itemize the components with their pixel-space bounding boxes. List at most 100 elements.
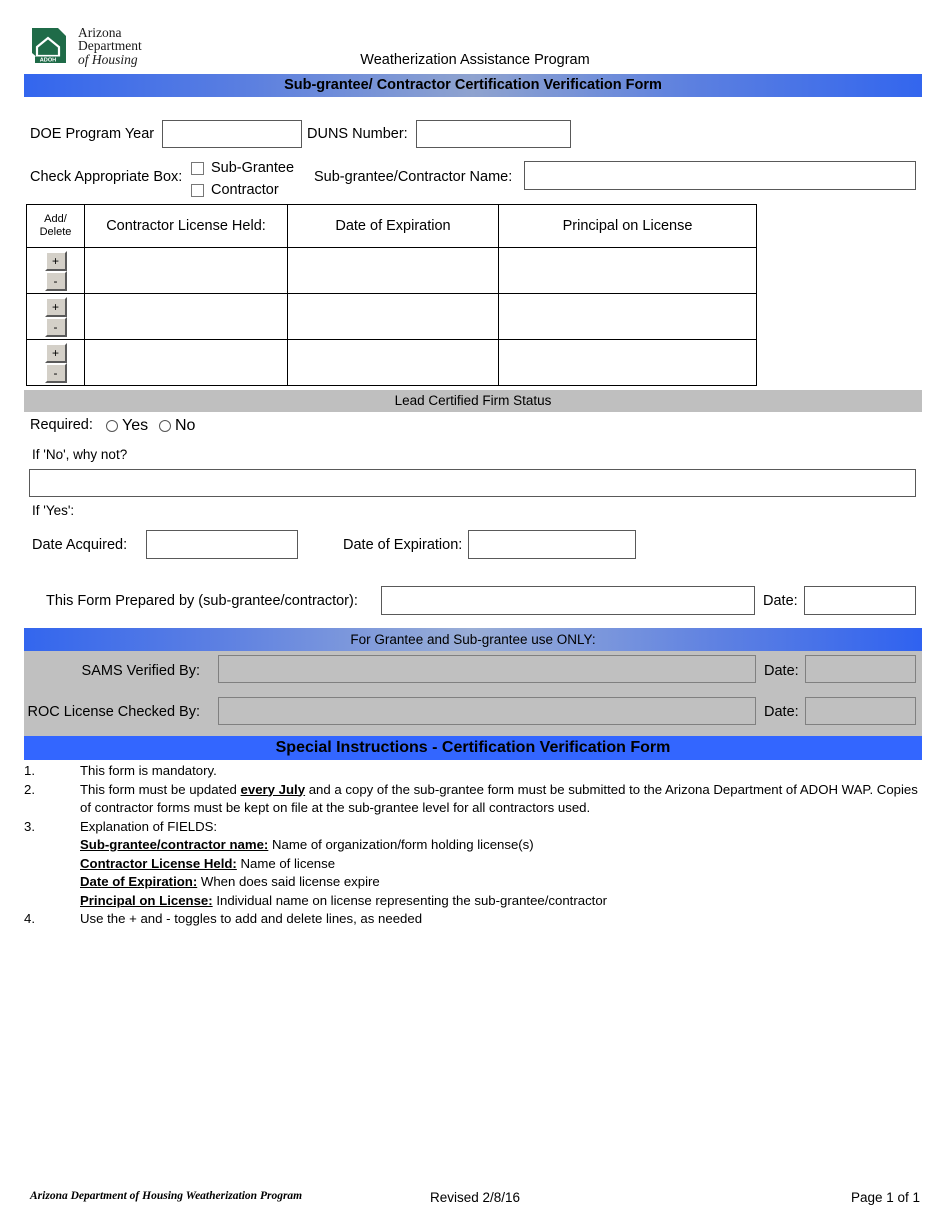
duns-number-label: DUNS Number: (307, 126, 408, 142)
prepared-by-date-input[interactable] (804, 586, 916, 615)
radio-label-no: No (175, 417, 196, 434)
field-term-2: Contractor License Held: (80, 855, 237, 871)
field-definition-principal-on-license: Principal on License: Individual name on… (24, 892, 922, 911)
table-row: + - (26, 293, 757, 340)
footer-revision-date: Revised 2/8/16 (429, 1190, 521, 1205)
checkbox-row-contractor[interactable]: Contractor (191, 182, 279, 198)
add-delete-button-group: + - (44, 296, 67, 337)
field-definition-1: Name of organization/form holding licens… (268, 837, 534, 852)
instruction-item-4: 4. Use the + and - toggles to add and de… (24, 910, 922, 929)
checkbox-label-contractor: Contractor (211, 182, 279, 198)
instruction-number-2: 2. (24, 781, 35, 797)
instruction-text-1: This form is mandatory. (80, 763, 217, 778)
table-row: + - (26, 247, 757, 294)
field-term-3: Date of Expiration: (80, 874, 198, 889)
add-delete-cell: + - (26, 247, 85, 294)
page-footer: Arizona Department of Housing Weatheriza… (0, 1190, 950, 1210)
if-no-why-not-input[interactable] (29, 469, 916, 497)
logo-line-department: Department (78, 38, 142, 54)
cell-principal-on-license[interactable] (498, 339, 757, 386)
cell-date-of-expiration[interactable] (287, 247, 499, 294)
field-term-1: Sub-grantee/contractor name: (80, 837, 269, 852)
field-definition-sub-grantee-contractor-name: Sub-grantee/contractor name: Name of org… (24, 836, 922, 855)
field-definition-4: Individual name on license representing … (212, 892, 608, 908)
program-title: Weatherization Assistance Program (360, 52, 590, 68)
checkbox-contractor[interactable] (191, 183, 204, 197)
instruction-item-3: 3. Explanation of FIELDS: (24, 818, 922, 837)
checkbox-sub-grantee[interactable] (191, 161, 204, 175)
add-delete-line-1: Add/ (44, 213, 67, 225)
cell-date-of-expiration[interactable] (287, 293, 499, 340)
checkbox-row-sub-grantee[interactable]: Sub-Grantee (191, 160, 294, 176)
radio-no[interactable] (159, 420, 171, 432)
delete-row-button[interactable]: - (44, 270, 67, 291)
field-definition-3: When does said license expire (197, 874, 380, 889)
cell-license-held[interactable] (84, 247, 288, 294)
cell-principal-on-license[interactable] (498, 293, 757, 340)
table-row: + - (26, 339, 757, 386)
table-header-row: Add/ Delete Contractor License Held: Dat… (26, 204, 757, 248)
sams-date-input[interactable] (805, 655, 916, 683)
radio-row-no[interactable]: No (159, 417, 195, 435)
roc-date-input[interactable] (805, 697, 916, 725)
add-row-button[interactable]: + (44, 296, 67, 317)
logo-line-arizona: Arizona (78, 24, 122, 40)
duns-number-input[interactable] (416, 120, 571, 148)
special-instructions-list: 1. This form is mandatory. 2. This form … (24, 762, 922, 929)
column-header-add-delete: Add/ Delete (26, 204, 85, 248)
instruction-item-1: 1. This form is mandatory. (24, 762, 922, 781)
column-header-license-held: Contractor License Held: (84, 204, 288, 248)
radio-label-yes: Yes (122, 417, 149, 434)
lead-date-of-expiration-input[interactable] (468, 530, 636, 559)
if-no-why-not-label: If 'No', why not? (32, 447, 128, 462)
cell-principal-on-license[interactable] (498, 247, 757, 294)
instruction-text-2: This form must be updated every July and… (80, 781, 922, 818)
roc-license-checked-by-input[interactable] (218, 697, 756, 725)
field-definition-2: Name of license (236, 855, 336, 871)
lead-certified-firm-status-header: Lead Certified Firm Status (24, 390, 922, 412)
prepared-by-date-label: Date: (763, 593, 798, 609)
cell-license-held[interactable] (84, 293, 288, 340)
add-delete-line-2: Delete (39, 226, 72, 238)
contractor-license-table: Add/ Delete Contractor License Held: Dat… (26, 204, 757, 386)
cell-date-of-expiration[interactable] (287, 339, 499, 386)
delete-row-button[interactable]: - (44, 316, 67, 337)
sams-verified-by-input[interactable] (218, 655, 756, 683)
required-label: Required: (30, 417, 93, 433)
radio-yes[interactable] (106, 420, 118, 432)
grantee-use-only-banner: For Grantee and Sub-grantee use ONLY: (24, 628, 922, 651)
date-acquired-input[interactable] (146, 530, 298, 559)
check-appropriate-box-label: Check Appropriate Box: (30, 169, 183, 185)
field-definition-date-of-expiration: Date of Expiration: When does said licen… (24, 873, 922, 892)
special-instructions-banner: Special Instructions - Certification Ver… (24, 736, 922, 760)
date-acquired-label: Date Acquired: (32, 537, 128, 553)
field-term-4: Principal on License: (80, 892, 213, 908)
column-header-principal-on-license: Principal on License (498, 204, 757, 248)
doe-program-year-input[interactable] (162, 120, 302, 148)
prepared-by-input[interactable] (381, 586, 755, 615)
instruction-number-4: 4. (24, 911, 35, 926)
checkbox-label-sub-grantee: Sub-Grantee (211, 160, 295, 176)
add-row-button[interactable]: + (44, 250, 67, 271)
sams-verified-by-label: SAMS Verified By: (81, 663, 200, 679)
instruction-2-emphasis: every July (240, 781, 306, 797)
instruction-text-4: Use the + and - toggles to add and delet… (80, 911, 423, 926)
add-row-button[interactable]: + (44, 342, 67, 363)
column-header-date-of-expiration: Date of Expiration (287, 204, 499, 248)
instruction-number-1: 1. (24, 763, 35, 778)
lead-date-of-expiration-label: Date of Expiration: (343, 537, 463, 553)
footer-page-number: Page 1 of 1 (850, 1190, 920, 1205)
sams-date-label: Date: (764, 663, 799, 679)
instruction-text-3: Explanation of FIELDS: (80, 818, 218, 834)
add-delete-cell: + - (26, 339, 85, 386)
field-definition-contractor-license-held: Contractor License Held: Name of license (24, 855, 922, 874)
delete-row-button[interactable]: - (44, 362, 67, 383)
sub-grantee-contractor-name-input[interactable] (524, 161, 916, 190)
cell-license-held[interactable] (84, 339, 288, 386)
prepared-by-label: This Form Prepared by (sub-grantee/contr… (46, 593, 358, 609)
roc-license-checked-by-label: ROC License Checked By: (27, 704, 200, 720)
add-delete-button-group: + - (44, 250, 67, 291)
radio-row-yes[interactable]: Yes (106, 417, 148, 435)
if-yes-label: If 'Yes': (32, 503, 75, 518)
instruction-item-2: 2. This form must be updated every July … (24, 781, 922, 818)
